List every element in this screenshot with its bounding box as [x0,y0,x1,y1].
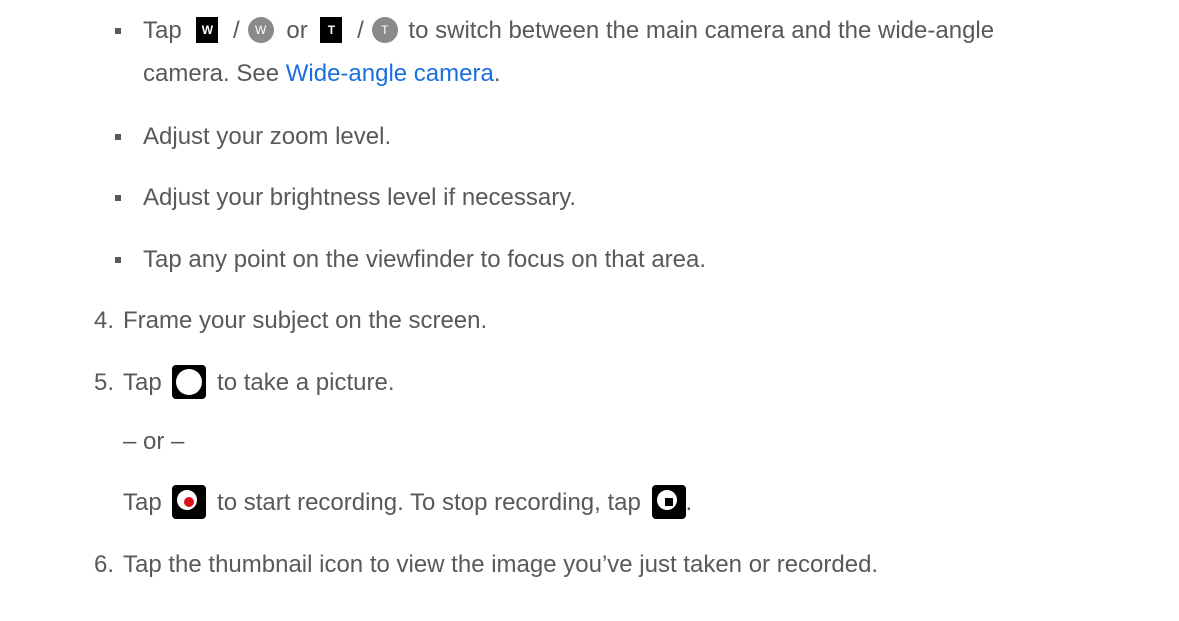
stop-icon [651,484,686,519]
list-item: Adjust your zoom level. [143,123,392,150]
list-item: Tap W / W or T / T to switch between the m… [143,16,995,44]
shutter-icon [172,364,207,399]
bullet-marker [115,134,121,140]
or-separator: – or – [123,428,185,455]
wide-camera-square-icon: W [196,16,219,43]
step-text: Frame your subject on the screen. [123,307,488,334]
bullet-marker [115,28,121,34]
wide-angle-camera-link[interactable]: Wide-angle camera [286,60,494,87]
bullet-marker [115,257,121,263]
step-number: 4. [94,307,115,334]
step-number: 5. [94,369,115,396]
list-item-continuation: camera. See Wide-angle camera. [143,60,501,87]
list-item: Adjust your brightness level if necessar… [143,184,577,211]
wide-camera-circle-icon: W [247,16,274,43]
record-icon [172,484,207,519]
step-text: Tap the thumbnail icon to view the image… [123,551,879,578]
step-text: Tap to take a picture. [123,364,394,401]
tele-camera-circle-icon: T [371,16,398,43]
step-text: Tap to start recording. To stop recordin… [123,484,692,521]
bullet-marker [115,195,121,201]
list-item: Tap any point on the viewfinder to focus… [143,246,707,273]
step-number: 6. [94,551,115,578]
tele-camera-square-icon: T [320,16,343,43]
